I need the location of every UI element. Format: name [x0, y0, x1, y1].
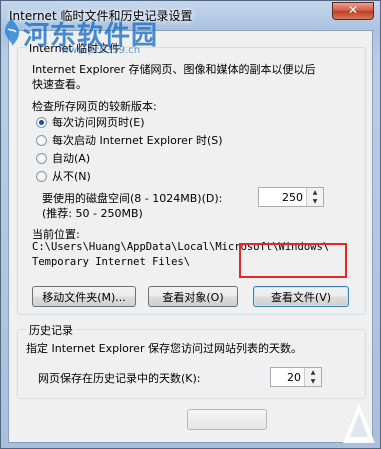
- radio-automatic[interactable]: 自动(A): [36, 150, 90, 166]
- radio-every-visit[interactable]: 每次访问网页时(E): [36, 114, 145, 130]
- disk-space-value[interactable]: 250: [282, 191, 303, 204]
- disk-space-spinner[interactable]: 250 ▲ ▼: [258, 187, 324, 207]
- view-files-button[interactable]: 查看文件(V): [253, 286, 349, 307]
- spinner-arrows[interactable]: ▲ ▼: [304, 368, 321, 386]
- radio-every-start[interactable]: 每次启动 Internet Explorer 时(S): [36, 132, 223, 148]
- history-group: 历史记录 指定 Internet Explorer 保存您访问过网站列表的天数。…: [17, 322, 366, 399]
- watermark-url: www.pc0359.cn: [61, 45, 141, 56]
- disk-space-label: 要使用的磁盘空间(8 - 1024MB)(D):: [42, 192, 223, 205]
- history-days-label: 网页保存在历史记录中的天数(K):: [38, 372, 201, 385]
- temp-files-description-line1: Internet Explorer 存储网页、图像和媒体的副本以便以后: [32, 63, 316, 76]
- temp-files-description-line2: 快速查看。: [32, 78, 87, 91]
- corner-logo-icon: [343, 403, 375, 443]
- radio-selected-dot: [39, 119, 44, 125]
- radio-label: 每次访问网页时(E): [52, 116, 145, 129]
- view-objects-button[interactable]: 查看对象(O): [148, 286, 238, 307]
- history-legend: 历史记录: [26, 322, 76, 338]
- spin-down-icon[interactable]: ▼: [307, 197, 323, 206]
- history-description: 指定 Internet Explorer 保存您访问过网站列表的天数。: [26, 342, 302, 355]
- dialog-window: Internet 临时文件和历史记录设置 ✕ Internet 临时文件 Int…: [0, 0, 381, 449]
- ok-button[interactable]: [187, 409, 267, 430]
- radio-button[interactable]: [36, 152, 47, 164]
- radio-label: 自动(A): [52, 152, 91, 165]
- radio-never[interactable]: 从不(N): [36, 168, 91, 184]
- disk-space-hint: (推荐: 50 - 250MB): [42, 207, 143, 220]
- radio-button[interactable]: [36, 170, 47, 182]
- close-button[interactable]: ✕: [332, 2, 374, 20]
- spinner-arrows[interactable]: ▲ ▼: [306, 188, 323, 206]
- history-days-spinner[interactable]: 20 ▲ ▼: [270, 367, 322, 387]
- radio-label: 每次启动 Internet Explorer 时(S): [52, 134, 223, 147]
- highlight-box: [239, 243, 347, 278]
- dialog-client-area: Internet 临时文件 Internet Explorer 存储网页、图像和…: [8, 30, 373, 443]
- spin-up-icon[interactable]: ▲: [307, 188, 323, 197]
- radio-button[interactable]: [36, 134, 47, 146]
- spin-up-icon[interactable]: ▲: [305, 368, 321, 377]
- radio-button[interactable]: [36, 116, 47, 128]
- current-location-path-line2: Temporary Internet Files\: [32, 256, 191, 268]
- watermark-logo-icon: [4, 18, 20, 46]
- radio-label: 从不(N): [52, 170, 91, 183]
- move-folder-button[interactable]: 移动文件夹(M)...: [32, 286, 136, 307]
- history-days-value[interactable]: 20: [287, 371, 301, 384]
- check-versions-label: 检查所存网页的较新版本:: [32, 100, 157, 113]
- current-location-label: 当前位置:: [32, 228, 80, 241]
- spin-down-icon[interactable]: ▼: [305, 377, 321, 386]
